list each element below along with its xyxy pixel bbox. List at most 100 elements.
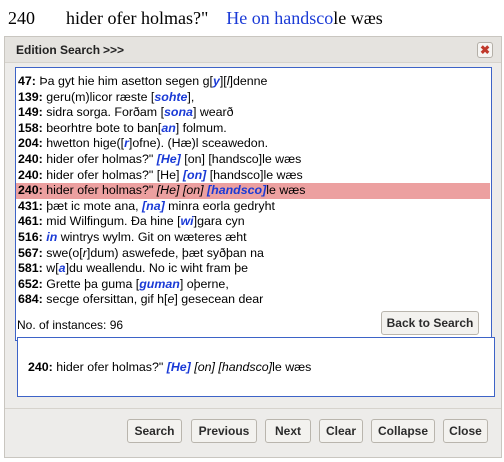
close-button[interactable]: Close	[443, 419, 488, 443]
line-text: ] folmum.	[175, 120, 227, 135]
result-row[interactable]: 240: hider ofer holmas?" [He] [on] [hand…	[16, 183, 490, 199]
line-text: ]denne	[229, 74, 268, 88]
line-text: hider ofer holmas?"	[42, 183, 157, 198]
dialog-titlebar[interactable]: Edition Search >>> ✖	[5, 37, 501, 63]
line-number: 461:	[18, 214, 43, 229]
match-highlight: sohte	[154, 89, 188, 104]
line-text: ]dum) aswefede, þæt syðþan na	[86, 245, 264, 260]
result-row[interactable]: 240: hider ofer holmas?" [He] [on] [hand…	[16, 168, 490, 184]
result-row[interactable]: 684: secge ofersittan, gif h[e] gesecean…	[16, 292, 490, 308]
close-icon[interactable]: ✖	[477, 42, 493, 58]
line-text: [on] [handsco]le wæs	[180, 151, 302, 166]
line-number: 240:	[18, 167, 43, 182]
line-text: ] oþerne,	[179, 276, 229, 291]
match-highlight: sona	[164, 105, 193, 120]
header-text-highlight: He on handsco	[226, 8, 334, 28]
clear-button[interactable]: Clear	[319, 419, 363, 443]
match-highlight: [handsco]	[207, 183, 267, 198]
match-highlight: [He]	[156, 151, 181, 166]
line-text: Þa gyt hie him asetton segen g[	[35, 74, 213, 88]
previous-button[interactable]: Previous	[191, 419, 257, 443]
search-button[interactable]: Search	[127, 419, 182, 443]
line-number: 431:	[18, 198, 43, 213]
bracketed-text: [on]	[182, 183, 204, 198]
results-list[interactable]: 47: Þa gyt hie him asetton segen g[y][l]…	[15, 67, 492, 341]
line-text: swe(o[	[42, 245, 83, 260]
match-highlight: y	[212, 74, 220, 88]
result-row[interactable]: 139: geru(m)licor ræste [sohte],	[16, 90, 490, 106]
result-row[interactable]: 461: mid Wilfingum. Ða hine [wi]gara cyn	[16, 214, 490, 230]
result-row[interactable]: 431: þæt ic mote ana, [na] minra eorla g…	[16, 199, 490, 215]
line-text: le wæs	[272, 360, 312, 374]
match-highlight: in	[46, 229, 58, 244]
result-row[interactable]: 204: hwetton hige([r]ofne). (Hæ)l sceawe…	[16, 136, 490, 152]
collapse-button[interactable]: Collapse	[371, 419, 435, 443]
line-text: Grette þa guma [	[42, 276, 140, 291]
line-text: hwetton hige([	[42, 136, 125, 151]
line-text: geru(m)licor ræste [	[42, 89, 155, 104]
back-to-search-button[interactable]: Back to Search	[381, 311, 479, 335]
expand-toggle[interactable]: >>>	[103, 37, 124, 63]
result-row[interactable]: 47: Þa gyt hie him asetton segen g[y][l]…	[16, 74, 490, 90]
line-number: 204:	[18, 136, 43, 151]
match-highlight: an	[161, 120, 176, 135]
match-highlight: wi	[180, 214, 194, 229]
header-text-after: le wæs	[333, 8, 383, 28]
line-text: hider ofer holmas?"	[42, 151, 157, 166]
line-text: minra eorla gedryht	[164, 198, 275, 213]
line-number: 567:	[18, 245, 43, 260]
line-number: 516:	[18, 229, 43, 244]
line-text: [handsco]le wæs	[206, 167, 303, 182]
line-number: 139:	[18, 89, 43, 104]
line-number: 652:	[18, 276, 43, 291]
header-line-text: hider ofer holmas?" He on handscole wæs	[66, 0, 383, 36]
current-line-header: 240 hider ofer holmas?" He on handscole …	[0, 0, 504, 36]
line-text: beorhtre bote to ban[	[42, 120, 162, 135]
line-number: 684:	[18, 292, 43, 307]
result-row[interactable]: 516: in wintrys wylm. Git on wæteres æht	[16, 230, 490, 246]
next-button[interactable]: Next	[265, 419, 311, 443]
header-line-number: 240	[8, 8, 35, 28]
match-highlight: [na]	[142, 198, 165, 213]
result-row[interactable]: 567: swe(o[r]dum) aswefede, þæt syðþan n…	[16, 246, 490, 262]
line-text: ],	[187, 89, 195, 104]
line-text: ]ofne). (Hæ)l sceawedon.	[128, 136, 269, 151]
line-text: le wæs	[266, 183, 306, 198]
bracketed-text: [He]	[156, 183, 180, 198]
line-number: 240:	[18, 183, 43, 198]
line-text: ][	[219, 74, 227, 88]
result-row[interactable]: 581: w[a]du weallendu. No ic wiht fram þ…	[16, 261, 490, 277]
line-number: 240:	[28, 360, 53, 374]
line-number: 149:	[18, 105, 43, 120]
instance-count: No. of instances: 96	[17, 318, 124, 332]
line-text: hider ofer holmas?" [He]	[42, 167, 183, 182]
line-text: w[	[42, 261, 59, 276]
selected-line-detail: 240: hider ofer holmas?" [He] [on] [hand…	[17, 337, 495, 397]
result-row[interactable]: 652: Grette þa guma [guman] oþerne,	[16, 277, 490, 293]
match-highlight: guman	[139, 276, 180, 291]
line-number: 581:	[18, 261, 43, 276]
line-text: sidra sorga. Forðam [	[42, 105, 165, 120]
edition-search-dialog: Edition Search >>> ✖ 47: Þa gyt hie him …	[4, 36, 502, 458]
line-number: 158:	[18, 120, 43, 135]
footer-divider	[5, 408, 501, 409]
dialog-title: Edition Search	[16, 43, 101, 57]
line-number: 240:	[18, 151, 43, 166]
header-text-before: hider ofer holmas?"	[66, 8, 209, 28]
line-number: 47:	[18, 74, 36, 88]
line-text: ] gesecean dear	[174, 292, 264, 307]
match-highlight: a	[58, 261, 66, 276]
result-row[interactable]: 158: beorhtre bote to ban[an] folmum.	[16, 121, 490, 137]
line-text: ]gara cyn	[193, 214, 245, 229]
line-text: mid Wilfingum. Ða hine [	[42, 214, 181, 229]
line-text: secge ofersittan, gif h[	[42, 292, 168, 307]
bracketed-text: [handsco]	[218, 360, 273, 374]
line-text: wintrys wylm. Git on wæteres æht	[57, 229, 247, 244]
line-text: hider ofer holmas?"	[52, 360, 167, 374]
result-row[interactable]: 240: hider ofer holmas?" [He] [on] [hand…	[16, 152, 490, 168]
line-text: þæt ic mote ana,	[42, 198, 142, 213]
match-highlight: [on]	[182, 167, 207, 182]
match-highlight: [He]	[166, 360, 191, 374]
line-text: ] wearð	[192, 105, 234, 120]
result-row[interactable]: 149: sidra sorga. Forðam [sona] wearð	[16, 105, 490, 121]
